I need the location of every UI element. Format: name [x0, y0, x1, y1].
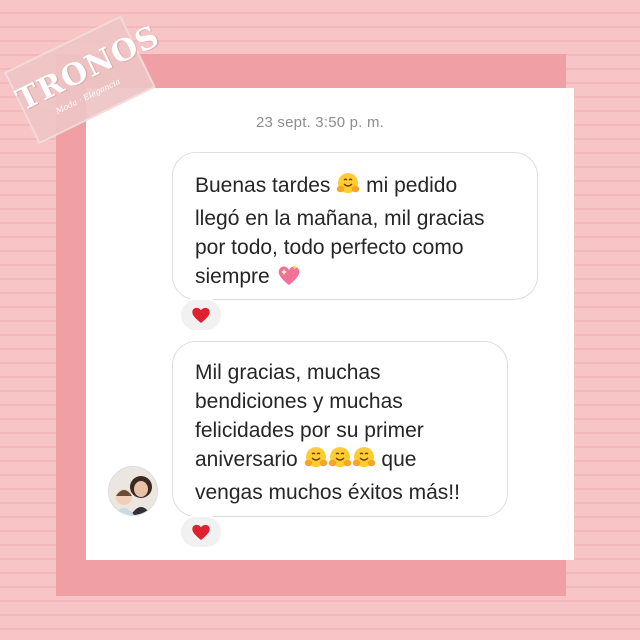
message-1-text-start: Buenas tardes [195, 174, 337, 197]
heart-icon [192, 524, 210, 540]
hugging-face-icon [304, 446, 328, 478]
message-timestamp: 23 sept. 3:50 p. m. [255, 114, 385, 131]
sparkling-heart-icon [276, 263, 302, 295]
hugging-face-icon [336, 172, 360, 204]
hugging-face-icon [352, 446, 376, 478]
reaction-heart-1[interactable] [179, 298, 223, 332]
message-bubble-2[interactable]: Mil gracias, muchas bendiciones y muchas… [172, 341, 508, 517]
avatar[interactable] [108, 466, 158, 516]
message-bubble-1[interactable]: Buenas tardes mi pedido llegó en la maña… [172, 152, 538, 300]
reaction-heart-2[interactable] [179, 515, 223, 549]
profile-photo [109, 467, 157, 515]
heart-icon [192, 307, 210, 323]
hugging-face-icon [328, 446, 352, 478]
